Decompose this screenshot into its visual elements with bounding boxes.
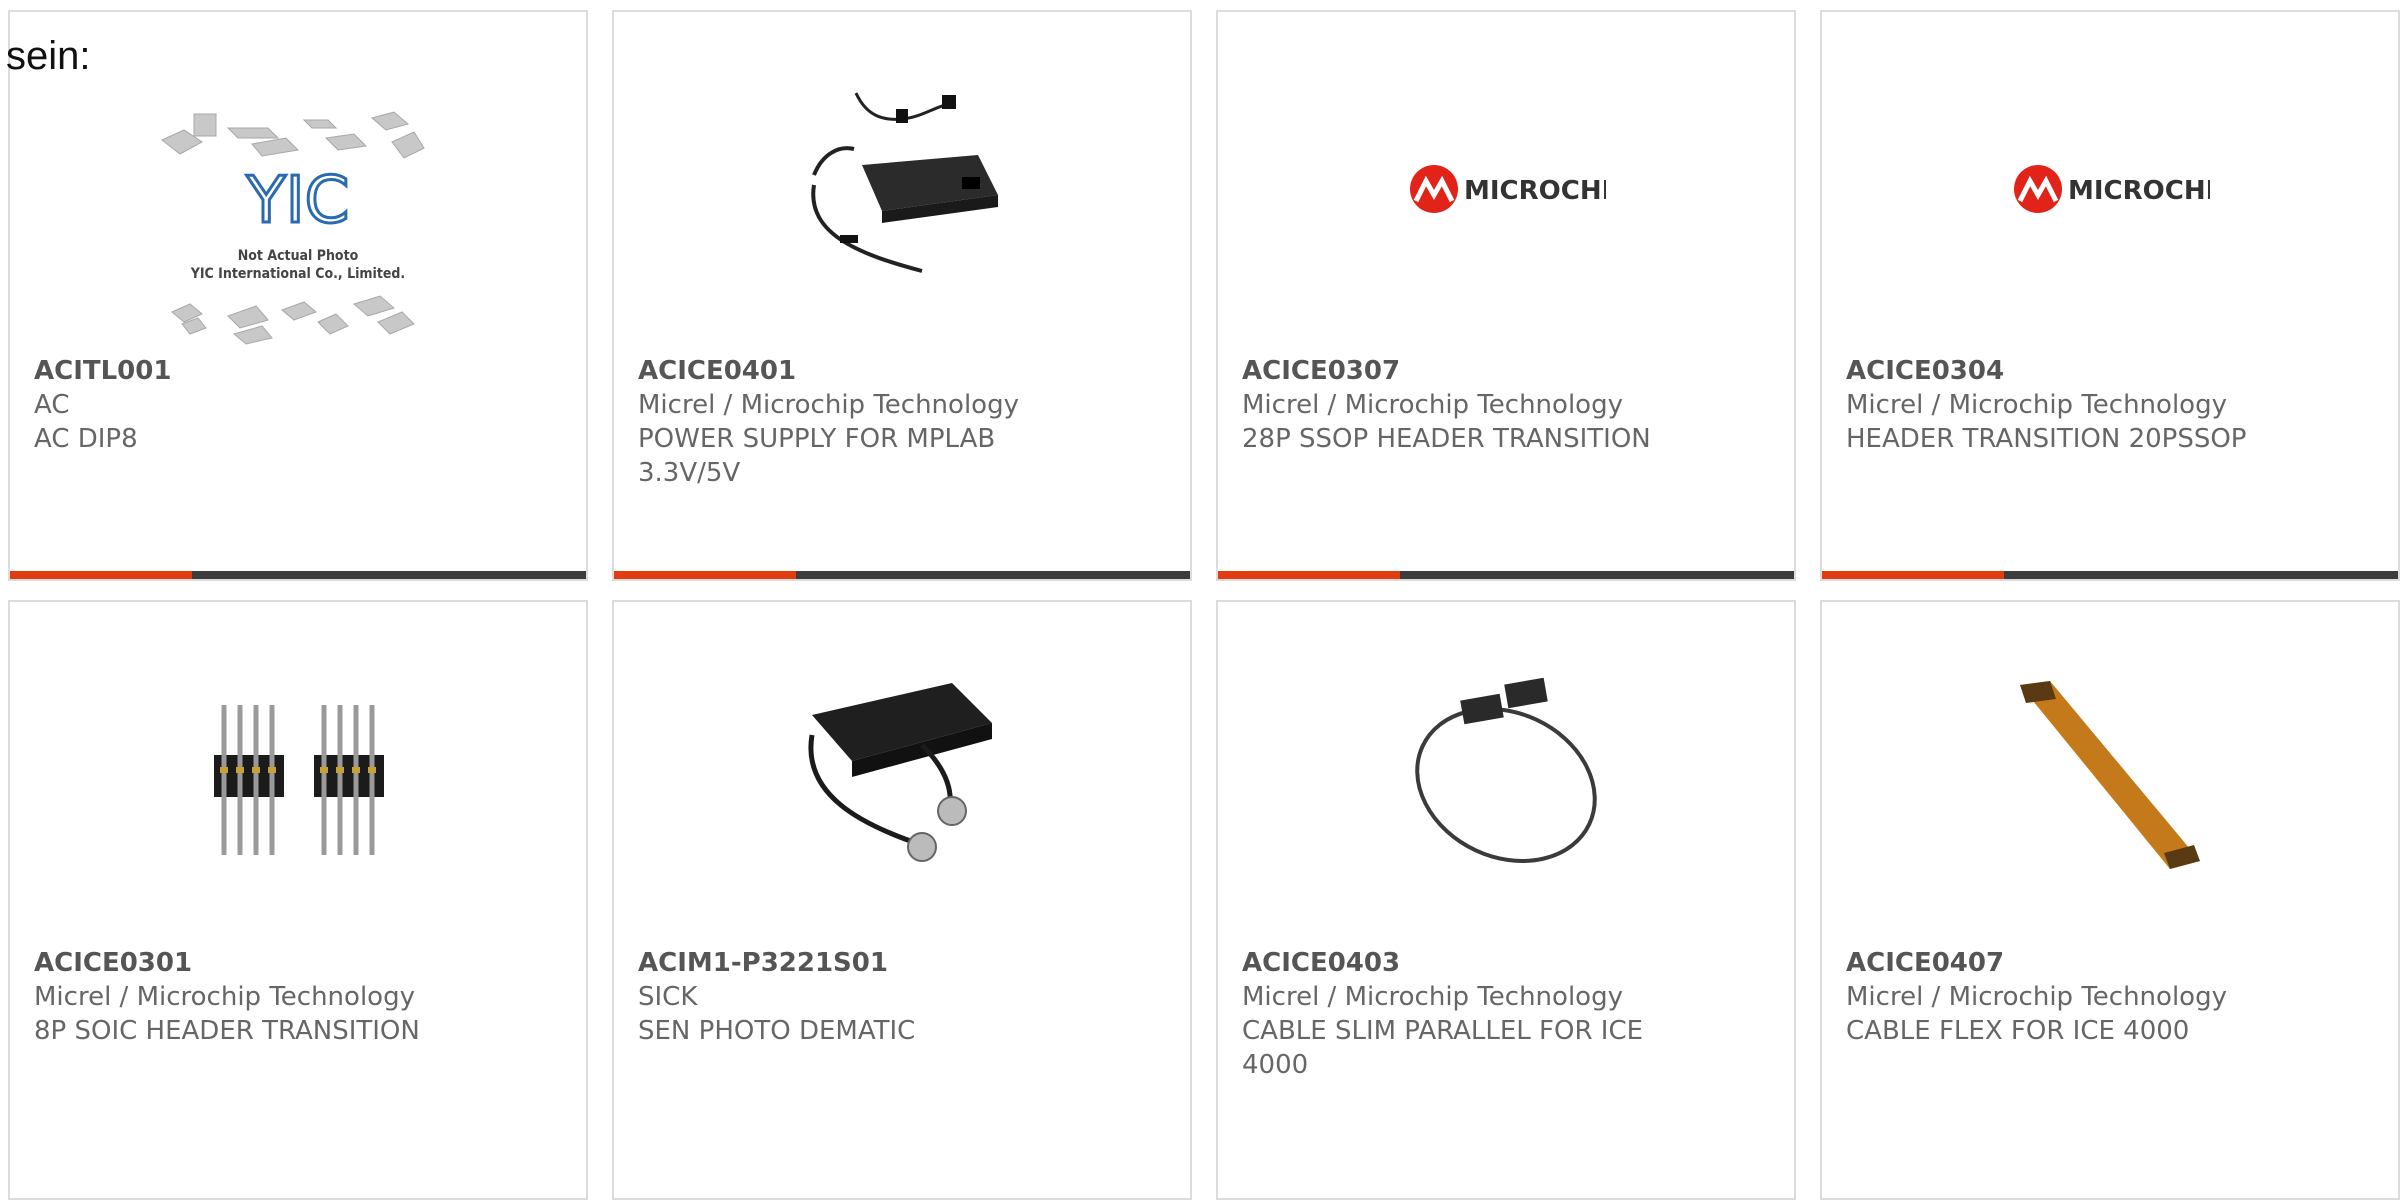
svg-text:MICROCHIP: MICROCHIP	[1464, 176, 1606, 206]
manufacturer: Micrel / Microchip Technology	[638, 390, 1019, 420]
description: 28P SSOP HEADER TRANSITION	[1242, 424, 1651, 454]
product-card[interactable]: ACICE0401 Micrel / Microchip Technology …	[612, 10, 1192, 581]
description: CABLE FLEX FOR ICE 4000	[1846, 1016, 2190, 1046]
card-bar-accent	[1218, 571, 1400, 579]
manufacturer: Micrel / Microchip Technology	[1242, 982, 1623, 1012]
product-info: ACICE0304 Micrel / Microchip Technology …	[1846, 354, 2266, 456]
description: POWER SUPPLY FOR MPLAB 3.3V/5V	[638, 424, 996, 488]
description: AC DIP8	[34, 424, 138, 454]
svg-text:Not Actual Photo: Not Actual Photo	[238, 248, 359, 264]
part-number[interactable]: ACICE0304	[1846, 354, 2266, 388]
svg-text:YIC International Co., Limited: YIC International Co., Limited.	[190, 266, 405, 282]
part-number[interactable]: ACICE0301	[34, 946, 454, 980]
part-number[interactable]: ACICE0401	[638, 354, 1058, 388]
card-bar-accent	[10, 571, 192, 579]
product-info: ACIM1-P3221S01 SICK SEN PHOTO DEMATIC	[638, 946, 1058, 1048]
product-info: ACICE0307 Micrel / Microchip Technology …	[1242, 354, 1662, 456]
card-bar-accent	[614, 571, 796, 579]
product-info: ACICE0401 Micrel / Microchip Technology …	[638, 354, 1058, 490]
card-bar	[10, 571, 586, 579]
card-bar-accent	[1822, 571, 2004, 579]
yic-logo: YIC	[246, 164, 350, 238]
yic-placeholder-image[interactable]: YIC Not Actual Photo YIC International C…	[158, 98, 438, 358]
part-number[interactable]: ACICE0403	[1242, 946, 1662, 980]
sensor-image[interactable]	[802, 675, 1002, 875]
part-number[interactable]: ACITL001	[34, 354, 454, 388]
product-grid: YIC Not Actual Photo YIC International C…	[0, 0, 2400, 1200]
product-info: ACICE0407 Micrel / Microchip Technology …	[1846, 946, 2266, 1048]
manufacturer: Micrel / Microchip Technology	[1846, 982, 2227, 1012]
cable-image[interactable]	[1406, 675, 1606, 875]
card-bar	[1822, 571, 2398, 579]
part-number[interactable]: ACICE0307	[1242, 354, 1662, 388]
intro-text: sein:	[6, 34, 91, 78]
flex-cable-image[interactable]	[2010, 675, 2210, 875]
manufacturer: Micrel / Microchip Technology	[1242, 390, 1623, 420]
power-supply-image[interactable]	[802, 85, 1002, 285]
manufacturer: Micrel / Microchip Technology	[34, 982, 415, 1012]
microchip-logo[interactable]: MICROCHIP	[1406, 85, 1606, 285]
card-bar	[1218, 571, 1794, 579]
product-card[interactable]: ACICE0407 Micrel / Microchip Technology …	[1820, 600, 2400, 1200]
card-bar	[614, 571, 1190, 579]
manufacturer: SICK	[638, 982, 698, 1012]
microchip-logo[interactable]: MICROCHIP	[2010, 85, 2210, 285]
product-card[interactable]: MICROCHIP ACICE0304 Micrel / Microchip T…	[1820, 10, 2400, 581]
manufacturer: Micrel / Microchip Technology	[1846, 390, 2227, 420]
pin-header-image[interactable]	[198, 675, 398, 875]
product-card[interactable]: ACICE0301 Micrel / Microchip Technology …	[8, 600, 588, 1200]
part-number[interactable]: ACIM1-P3221S01	[638, 946, 1058, 980]
description: CABLE SLIM PARALLEL FOR ICE 4000	[1242, 1016, 1644, 1080]
description: 8P SOIC HEADER TRANSITION	[34, 1016, 420, 1046]
svg-text:MICROCHIP: MICROCHIP	[2068, 176, 2210, 206]
product-card[interactable]: ACICE0403 Micrel / Microchip Technology …	[1216, 600, 1796, 1200]
product-card[interactable]: MICROCHIP ACICE0307 Micrel / Microchip T…	[1216, 10, 1796, 581]
product-card[interactable]: YIC Not Actual Photo YIC International C…	[8, 10, 588, 581]
product-info: ACICE0301 Micrel / Microchip Technology …	[34, 946, 454, 1048]
description: HEADER TRANSITION 20PSSOP	[1846, 424, 2247, 454]
product-card[interactable]: ACIM1-P3221S01 SICK SEN PHOTO DEMATIC	[612, 600, 1192, 1200]
description: SEN PHOTO DEMATIC	[638, 1016, 916, 1046]
product-info: ACICE0403 Micrel / Microchip Technology …	[1242, 946, 1662, 1082]
manufacturer: AC	[34, 390, 70, 420]
part-number[interactable]: ACICE0407	[1846, 946, 2266, 980]
product-info: ACITL001 AC AC DIP8	[34, 354, 454, 456]
